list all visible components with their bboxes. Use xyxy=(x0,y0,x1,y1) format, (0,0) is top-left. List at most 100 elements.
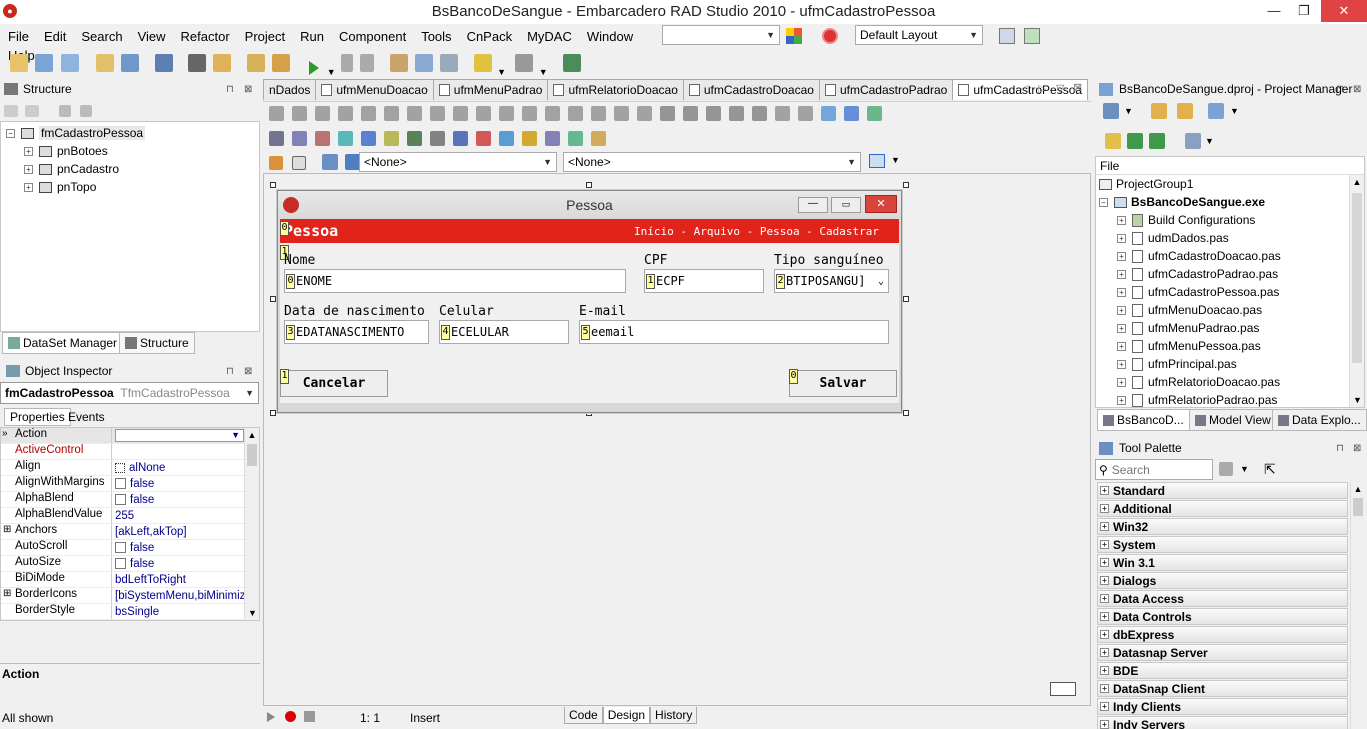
bind-list-icon[interactable] xyxy=(869,154,885,168)
expand-icon[interactable]: + xyxy=(1117,323,1126,333)
property-row[interactable]: AlphaBlend false xyxy=(1,492,244,508)
step-over-icon[interactable] xyxy=(415,54,434,72)
tab-structure[interactable]: Structure xyxy=(119,332,195,354)
edit-celular[interactable]: 4 ECELULAR xyxy=(439,320,569,344)
project-group[interactable]: ProjectGroup1 xyxy=(1096,175,1364,193)
property-row[interactable]: BorderStyle bsSingle xyxy=(1,604,244,620)
project-file[interactable]: + udmDados.pas xyxy=(1096,229,1364,247)
windows-icon[interactable] xyxy=(786,28,802,44)
menu-item[interactable]: MyDAC xyxy=(519,25,579,44)
property-value[interactable]: alNone xyxy=(112,460,244,475)
align-tool-icon[interactable] xyxy=(683,106,698,121)
tree-node[interactable]: + pnBotoes xyxy=(1,142,259,160)
maximize-button[interactable]: ❐ xyxy=(1289,0,1319,22)
expand-icon[interactable]: + xyxy=(1100,504,1109,513)
align-tool-icon[interactable] xyxy=(637,106,652,121)
align-tool-icon[interactable] xyxy=(361,106,376,121)
add-to-project-icon[interactable] xyxy=(246,54,265,72)
design-tool-icon[interactable] xyxy=(591,131,606,146)
project-file[interactable]: + ufmRelatorioDoacao.pas xyxy=(1096,373,1364,391)
design-tool-icon[interactable] xyxy=(292,131,307,146)
view-dropdown-icon[interactable]: ▼ xyxy=(1230,106,1239,116)
align-tool-icon[interactable] xyxy=(384,106,399,121)
property-value[interactable]: false xyxy=(112,556,244,571)
editor-tab[interactable]: ufmMenuPadrao xyxy=(432,79,549,100)
tab-events[interactable]: Events xyxy=(68,410,105,424)
save-all-icon[interactable] xyxy=(188,54,207,72)
project-file[interactable]: + ufmRelatorioPadrao.pas xyxy=(1096,391,1364,409)
close-button[interactable]: ✕ xyxy=(1321,0,1367,22)
expand-icon[interactable]: + xyxy=(1100,522,1109,531)
palette-category[interactable]: + Data Access xyxy=(1097,590,1348,607)
component-combo-1[interactable]: <None> ▼ xyxy=(359,152,557,172)
expand-icon[interactable]: + xyxy=(1100,612,1109,621)
view-tab[interactable]: History xyxy=(650,707,698,724)
form-preview-icon[interactable] xyxy=(1050,682,1076,696)
save-button[interactable]: Salvar xyxy=(789,370,897,397)
align-tool-icon[interactable] xyxy=(522,106,537,121)
pin-icon[interactable]: ⊓ xyxy=(1336,443,1344,454)
run-icon[interactable] xyxy=(309,61,320,75)
property-row[interactable]: BorderIcons [biSystemMenu,biMinimize] ⊞ xyxy=(1,588,244,604)
set-debug-desktop-icon[interactable] xyxy=(1024,28,1040,44)
menu-item[interactable]: Component xyxy=(331,25,413,44)
remove-from-project-icon[interactable] xyxy=(272,54,291,72)
inheritance-icon[interactable] xyxy=(269,156,283,170)
tree-node[interactable]: + pnTopo xyxy=(1,178,259,196)
menu-item[interactable]: Run xyxy=(292,25,331,44)
checkbox[interactable] xyxy=(115,494,126,505)
align-tool-icon[interactable] xyxy=(453,106,468,121)
expand-icon[interactable]: + xyxy=(1117,251,1126,261)
tab-dataset-manager[interactable]: DataSet Manager xyxy=(2,332,124,354)
palette-category[interactable]: + Datasnap Server xyxy=(1097,644,1348,661)
expand-icon[interactable]: + xyxy=(1100,558,1109,567)
pm-tab[interactable]: BsBancoD... xyxy=(1097,409,1190,431)
align-tool-icon[interactable] xyxy=(568,106,583,121)
selection-handle[interactable] xyxy=(903,182,909,188)
sync-icon[interactable] xyxy=(1105,133,1121,149)
scroll-thumb[interactable] xyxy=(1353,498,1363,516)
object-selector[interactable]: fmCadastroPessoa TfmCadastroPessoa ▼ xyxy=(0,382,259,404)
expand-icon[interactable]: + xyxy=(1100,630,1109,639)
view-tab[interactable]: Design xyxy=(602,707,651,724)
scroll-down-icon[interactable]: ▼ xyxy=(1350,395,1365,405)
edit-data-nascimento[interactable]: 3 EDATANASCIMENTO xyxy=(284,320,429,344)
edit-email[interactable]: 5 eemail xyxy=(579,320,889,344)
pin-icon[interactable]: ⊓ xyxy=(1336,84,1344,95)
list-view-icon[interactable] xyxy=(1185,133,1201,149)
tree-root-label[interactable]: fmCadastroPessoa xyxy=(39,126,146,140)
save-icon[interactable] xyxy=(154,54,173,72)
palette-category[interactable]: + Indy Clients xyxy=(1097,698,1348,715)
design-tool-icon[interactable] xyxy=(269,131,284,146)
tree-node[interactable]: + pnCadastro xyxy=(1,160,259,178)
chevron-down-icon[interactable]: ⌄ xyxy=(878,276,884,287)
selection-handle[interactable] xyxy=(270,296,276,302)
property-value[interactable]: false xyxy=(112,540,244,555)
form-close-icon[interactable]: ✕ xyxy=(865,195,897,213)
property-row[interactable]: AlignWithMargins false xyxy=(1,476,244,492)
menu-item[interactable]: Window xyxy=(579,25,640,44)
scroll-up-icon[interactable]: ▲ xyxy=(1351,484,1365,494)
pause-icon[interactable] xyxy=(341,54,354,72)
expand-icon[interactable]: + xyxy=(1100,594,1109,603)
panel-close-icon[interactable]: ⊠ xyxy=(1353,84,1361,95)
expand-icon[interactable]: + xyxy=(24,146,33,156)
move-up-icon[interactable] xyxy=(58,105,71,117)
bind-list-dropdown-icon[interactable]: ▼ xyxy=(891,155,900,165)
property-row[interactable]: AutoSize false xyxy=(1,556,244,572)
design-tool-icon[interactable] xyxy=(430,131,445,146)
pin-icon[interactable]: ⊓ xyxy=(226,84,234,95)
structure-expand-icon[interactable] xyxy=(4,105,18,117)
project-scrollbar[interactable]: ▲ ▼ xyxy=(1349,175,1364,407)
align-tool-icon[interactable] xyxy=(614,106,629,121)
design-tool-icon[interactable] xyxy=(476,131,491,146)
collapse-icon[interactable]: − xyxy=(6,128,15,138)
component-icon[interactable] xyxy=(562,54,581,72)
checkbox[interactable] xyxy=(115,542,126,553)
list-view-dropdown-icon[interactable]: ▼ xyxy=(1205,136,1214,146)
stop-icon[interactable] xyxy=(360,54,375,72)
property-value[interactable]: 255 xyxy=(112,508,244,523)
align-tool-icon[interactable] xyxy=(821,106,836,121)
property-row[interactable]: AutoScroll false xyxy=(1,540,244,556)
property-row[interactable]: ActiveControl xyxy=(1,444,244,460)
